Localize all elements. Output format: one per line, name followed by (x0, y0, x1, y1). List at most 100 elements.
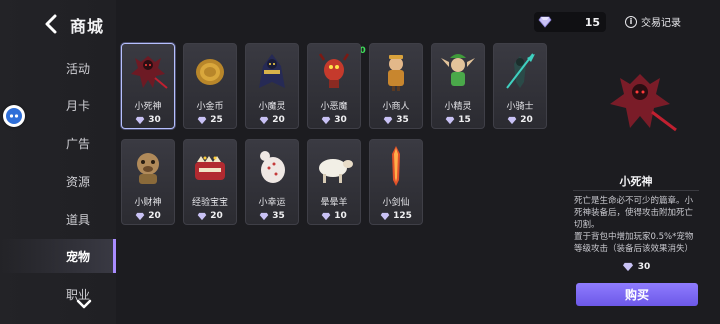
pet-name: 晕晕羊 (320, 198, 348, 208)
sidebar-item-class[interactable]: 职业 (0, 277, 116, 311)
sidebar-item-items[interactable]: 道具 (0, 202, 116, 236)
pet-name: 小剑仙 (382, 198, 410, 208)
assistant-icon (6, 108, 22, 124)
price-value: 35 (396, 115, 409, 125)
pet-card[interactable]: 经验宝宝 20 (183, 139, 237, 225)
selected-pet-description: 死亡是生命必不可少的篇章。小死神装备后，使得攻击附加死亡切割。 置于背包中增加玩… (574, 195, 700, 255)
pet-price: 25 (184, 115, 236, 125)
gem-icon (321, 116, 331, 124)
price-value: 20 (520, 115, 533, 125)
buy-button[interactable]: 购买 (576, 283, 698, 306)
pet-image (441, 54, 475, 86)
transaction-records-link[interactable]: i 交易记录 (625, 14, 681, 29)
selected-pet-price: 30 (574, 262, 698, 272)
pet-card[interactable]: 小魔灵 20 (245, 43, 299, 129)
pet-card[interactable]: 小精灵 15 (431, 43, 485, 129)
price-value: 10 (334, 211, 347, 221)
pet-name: 小死神 (134, 102, 162, 112)
price-value: 25 (210, 115, 223, 125)
gem-icon (135, 116, 145, 124)
price-value: 20 (272, 115, 285, 125)
pet-price: 30 (308, 115, 360, 125)
price-value: 30 (637, 262, 651, 272)
chevron-down-icon[interactable] (76, 298, 92, 310)
gem-icon (259, 212, 269, 220)
pet-name: 小魔灵 (258, 102, 286, 112)
gem-icon (259, 116, 269, 124)
chevron-left-icon (45, 14, 57, 34)
pet-card[interactable]: 小死神 30 (121, 43, 175, 129)
pet-price: 20 (494, 115, 546, 125)
back-button[interactable] (40, 12, 62, 36)
pet-price: 20 (122, 211, 174, 221)
price-value: 30 (148, 115, 161, 125)
sidebar-item-label: 宠物 (65, 249, 90, 264)
sidebar-item-resources[interactable]: 资源 (0, 164, 116, 198)
pet-price: 35 (370, 115, 422, 125)
pet-price: 20 (246, 115, 298, 125)
pet-image (259, 54, 285, 88)
pet-name: 经验宝宝 (191, 198, 228, 208)
pet-card[interactable]: 小财神 20 (121, 139, 175, 225)
pet-name: 小幸运 (258, 198, 286, 208)
sidebar-item-label: 道具 (65, 212, 90, 227)
gem-icon (321, 212, 331, 220)
pet-image (318, 53, 350, 88)
sidebar-item-label: 资源 (65, 174, 90, 189)
selected-pet-image (610, 74, 677, 132)
pet-image (195, 156, 225, 180)
info-icon: i (625, 15, 637, 28)
sidebar-item-ads[interactable]: 广告 (0, 126, 116, 160)
pet-image (260, 151, 285, 183)
selected-pet-name: 小死神 (619, 175, 653, 188)
sidebar-item-label: 月卡 (65, 98, 90, 113)
gem-icon (383, 116, 393, 124)
sidebar-item-label: 广告 (65, 136, 90, 151)
page-title: 商城 (70, 17, 105, 36)
gem-icon (507, 116, 517, 124)
pet-image (506, 53, 535, 89)
pet-card[interactable]: 小商人 35 (369, 43, 423, 129)
pet-name: 小精灵 (444, 102, 472, 112)
pet-card[interactable]: 小骑士 20 (493, 43, 547, 129)
pet-card[interactable]: 晕晕羊 10 (307, 139, 361, 225)
gem-icon (445, 116, 455, 124)
pet-name: 小金币 (196, 102, 224, 112)
pet-name: 小骑士 (506, 102, 534, 112)
pet-price: 20 (184, 211, 236, 221)
pet-image (388, 55, 404, 91)
pet-name: 小商人 (382, 102, 410, 112)
currency-amount: 15 (584, 15, 600, 29)
gem-icon (135, 212, 145, 220)
pet-price: 10 (308, 211, 360, 221)
price-value: 20 (210, 211, 223, 221)
sidebar-item-label: 活动 (65, 61, 90, 76)
description-effect: 死亡是生命必不可少的篇章。小死神装备后，使得攻击附加死亡切割。 (574, 196, 694, 230)
gem-icon (380, 212, 390, 220)
price-value: 15 (458, 115, 471, 125)
sidebar: 商城 活动 月卡 广告 资源 道具 宠物 职业 (0, 0, 116, 324)
pet-image (319, 159, 353, 183)
pet-name: 小恶魔 (320, 102, 348, 112)
pet-card[interactable]: 小剑仙 125 (369, 139, 423, 225)
sidebar-item-pets[interactable]: 宠物 (0, 239, 116, 273)
description-bonus: 置于背包中增加玩家0.5%*宠物等级攻击（装备后该效果消失） (574, 232, 694, 254)
pet-price: 125 (370, 211, 422, 221)
pet-image (196, 59, 224, 85)
floating-assistant-button[interactable] (3, 105, 25, 127)
pet-price: 15 (432, 115, 484, 125)
pet-card[interactable]: 小恶魔 30 (307, 43, 361, 129)
pet-card[interactable]: 小幸运 35 (245, 139, 299, 225)
pet-card[interactable]: 小金币 25 (183, 43, 237, 129)
sidebar-item-events[interactable]: 活动 (0, 51, 116, 85)
currency-display: 15 (534, 12, 606, 32)
price-value: 35 (272, 211, 285, 221)
pet-image (392, 146, 400, 186)
gem-icon (622, 262, 633, 272)
price-value: 125 (393, 211, 412, 221)
gem-icon (538, 16, 552, 28)
price-value: 30 (334, 115, 347, 125)
pet-image (131, 56, 168, 89)
gem-icon (197, 116, 207, 124)
records-label: 交易记录 (641, 18, 681, 29)
